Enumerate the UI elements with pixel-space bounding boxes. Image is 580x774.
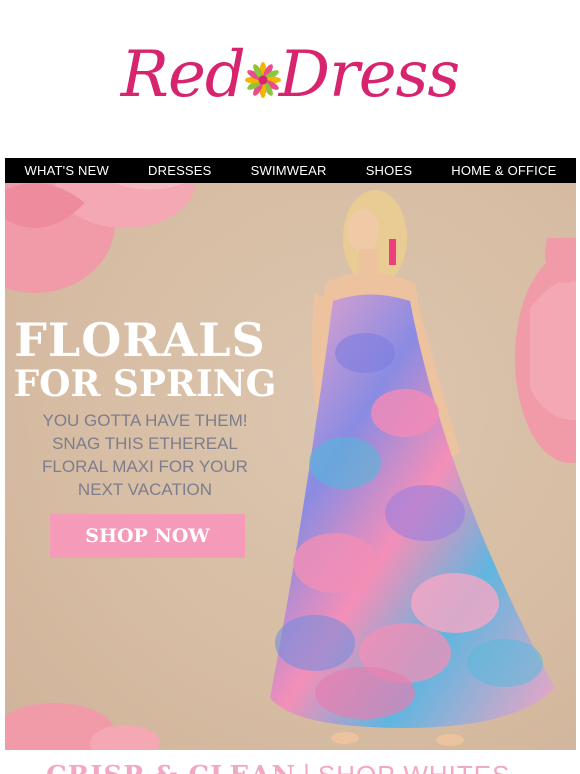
hero-subtext: YOU GOTTA HAVE THEM! SNAG THIS ETHEREAL … <box>25 409 265 501</box>
brand-logo[interactable]: Red Dress <box>0 38 580 112</box>
nav-item-home-office[interactable]: HOME & OFFICE <box>451 163 556 178</box>
separator: | <box>302 761 312 774</box>
rose-top-left-decoration <box>5 183 195 293</box>
nav-bar: WHAT'S NEW DRESSES SWIMWEAR SHOES HOME &… <box>5 158 576 183</box>
nav-item-whats-new[interactable]: WHAT'S NEW <box>25 163 109 178</box>
hero-headline-line1: FLORALS <box>14 313 266 367</box>
hero-banner[interactable]: FLORALS FOR SPRING YOU GOTTA HAVE THEM! … <box>5 183 576 750</box>
hero-subtext-line: YOU GOTTA HAVE THEM! <box>42 411 248 430</box>
header: Red Dress <box>0 0 580 158</box>
shop-whites-link[interactable]: SHOP WHITES <box>318 760 511 774</box>
hero-subtext-line: NEXT VACATION <box>77 480 213 499</box>
crisp-clean-label: CRISP & CLEAN <box>46 761 296 774</box>
logo-text-left: Red <box>120 38 246 112</box>
flower-logo-icon <box>244 61 281 98</box>
next-section-banner[interactable]: CRISP & CLEAN | SHOP WHITES <box>0 750 580 774</box>
shop-now-button[interactable]: SHOP NOW <box>50 514 245 558</box>
hero-subtext-line: SNAG THIS ETHEREAL <box>52 434 238 453</box>
hero-headline-line2: FOR SPRING <box>13 363 277 405</box>
nav-item-swimwear[interactable]: SWIMWEAR <box>251 163 327 178</box>
next-section-heading: CRISP & CLEAN | SHOP WHITES <box>46 760 510 774</box>
nav-item-dresses[interactable]: DRESSES <box>148 163 212 178</box>
rose-bottom-left-decoration <box>5 703 160 750</box>
model-photo[interactable] <box>255 183 575 750</box>
nav-item-shoes[interactable]: SHOES <box>366 163 413 178</box>
hero-subtext-line: FLORAL MAXI FOR YOUR <box>42 457 248 476</box>
logo-text-right: Dress <box>278 38 460 112</box>
